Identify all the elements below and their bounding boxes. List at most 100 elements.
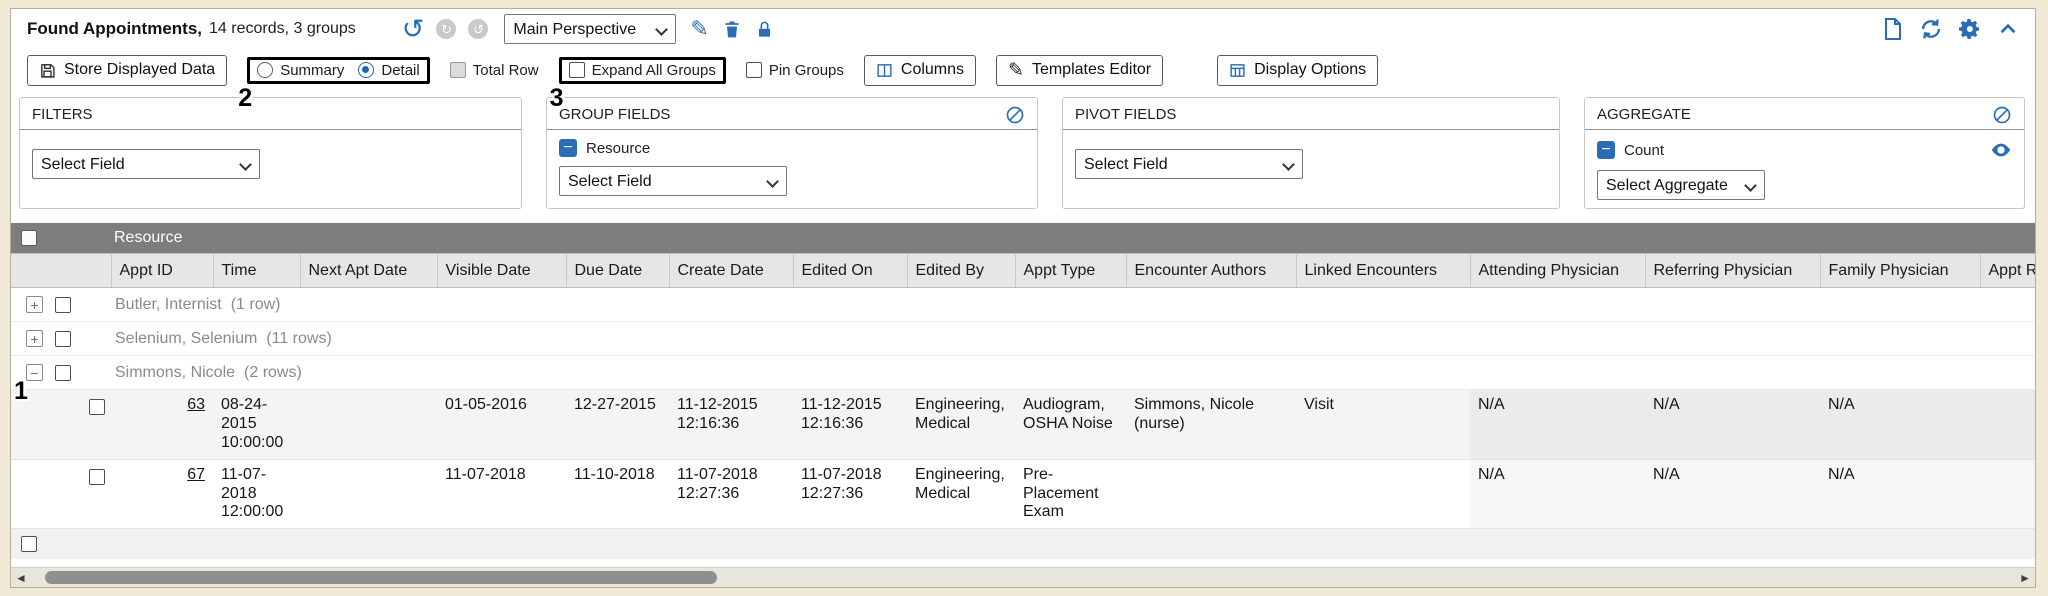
cell-encounter-authors: Simmons, Nicole (nurse) (1126, 390, 1296, 460)
cell-appt-re (1980, 459, 2035, 529)
detail-radio-circle[interactable] (358, 62, 374, 78)
aggregate-panel-title: AGGREGATE (1597, 106, 1691, 123)
expand-group-icon[interactable]: + (26, 296, 43, 313)
group-row: + Butler, Internist (1 row) (11, 288, 2035, 322)
detail-radio[interactable]: Detail (358, 62, 419, 79)
annotation-label-3: 3 (550, 86, 564, 111)
column-header[interactable]: Encounter Authors (1126, 254, 1296, 288)
cell-referring-physician: N/A (1645, 459, 1820, 529)
scrollbar-track[interactable] (31, 568, 2015, 588)
column-header[interactable]: Linked Encounters (1296, 254, 1470, 288)
summary-radio-circle[interactable] (257, 62, 273, 78)
table-row: 63 08-24-2015 10:00:00 01-05-2016 12-27-… (11, 390, 2035, 460)
column-header[interactable]: Visible Date (437, 254, 566, 288)
expand-all-groups-checkbox[interactable] (569, 62, 585, 78)
column-header[interactable]: Next Apt Date (300, 254, 437, 288)
cell-referring-physician: N/A (1645, 390, 1820, 460)
display-options-button[interactable]: Display Options (1217, 55, 1378, 86)
cell-edited-by: Engineering, Medical (907, 390, 1015, 460)
group-name: Simmons, Nicole (115, 364, 235, 382)
group-checkbox[interactable] (55, 331, 71, 347)
column-header[interactable]: Attending Physician (1470, 254, 1645, 288)
column-header-row: Appt ID Time Next Apt Date Visible Date … (11, 254, 2035, 288)
edit-perspective-icon[interactable]: ✎ (690, 18, 708, 40)
column-header[interactable]: Family Physician (1820, 254, 1980, 288)
group-row: − 1 Simmons, Nicole (2 rows) (11, 356, 2035, 390)
undo-icon[interactable]: ↺ (402, 16, 425, 43)
select-all-checkbox[interactable] (21, 230, 37, 246)
cell-appt-re (1980, 390, 2035, 460)
group-field-resource: Resource (586, 140, 650, 157)
scroll-left-arrow-icon[interactable]: ◄ (11, 571, 31, 585)
collapse-panel-chevron-icon[interactable] (1997, 18, 2019, 40)
group-fields-panel: GROUP FIELDS − Resource Select Field (546, 97, 1038, 209)
visibility-eye-icon[interactable] (1990, 139, 2012, 161)
group-row-count: (2 rows) (244, 364, 302, 382)
cell-attending-physician: N/A (1470, 390, 1645, 460)
column-header[interactable]: Appt Re (1980, 254, 2035, 288)
group-name: Butler, Internist (115, 296, 222, 314)
settings-gear-icon[interactable] (1958, 17, 1982, 41)
collapse-group-icon[interactable]: − (26, 364, 43, 381)
export-document-icon[interactable] (1880, 17, 1904, 41)
total-row-checkbox-control[interactable]: Total Row (450, 62, 539, 79)
disable-group-fields-icon[interactable] (1005, 105, 1025, 125)
column-header[interactable]: Create Date (669, 254, 793, 288)
annotation-box-2: Summary Detail 2 (247, 57, 430, 84)
templates-editor-button[interactable]: ✎ Templates Editor (996, 55, 1163, 86)
footer-checkbox[interactable] (21, 536, 37, 552)
group-checkbox[interactable] (55, 365, 71, 381)
total-row-checkbox[interactable] (450, 62, 466, 78)
appt-id-link[interactable]: 67 (187, 466, 205, 483)
row-checkbox[interactable] (89, 399, 105, 415)
cell-create-date: 11-12-2015 12:16:36 (669, 390, 793, 460)
column-header[interactable]: Appt Type (1015, 254, 1126, 288)
pin-groups-checkbox[interactable] (746, 62, 762, 78)
cell-time: 11-07-2018 12:00:00 (213, 459, 300, 529)
group-checkbox[interactable] (55, 297, 71, 313)
column-header[interactable]: Edited On (793, 254, 907, 288)
aggregate-select[interactable]: Select Aggregate (1597, 170, 1765, 200)
redo-icon[interactable]: ↻ (436, 19, 456, 39)
record-summary: 14 records, 3 groups (209, 20, 356, 38)
cell-create-date: 11-07-2018 12:27:36 (669, 459, 793, 529)
summary-radio[interactable]: Summary (257, 62, 344, 79)
toolbar: Store Displayed Data Summary Detail 2 To… (11, 49, 2035, 91)
column-header[interactable]: Due Date (566, 254, 669, 288)
pivot-fields-panel-title: PIVOT FIELDS (1075, 106, 1176, 123)
appt-id-link[interactable]: 63 (187, 396, 205, 413)
pin-groups-control[interactable]: Pin Groups (746, 62, 844, 79)
store-displayed-data-button[interactable]: Store Displayed Data (27, 55, 227, 86)
revert-icon[interactable]: ↺ (468, 19, 488, 39)
filter-field-select[interactable]: Select Field (32, 149, 260, 179)
row-checkbox[interactable] (89, 469, 105, 485)
lock-perspective-icon[interactable] (755, 20, 774, 39)
column-header[interactable]: Time (213, 254, 300, 288)
column-header[interactable]: Appt ID (111, 254, 213, 288)
expand-all-groups-control[interactable]: Expand All Groups (569, 62, 716, 79)
column-header[interactable]: Referring Physician (1645, 254, 1820, 288)
horizontal-scrollbar[interactable]: ◄ ► (11, 567, 2035, 587)
save-icon (39, 62, 56, 79)
expand-group-icon[interactable]: + (26, 330, 43, 347)
scroll-right-arrow-icon[interactable]: ► (2015, 571, 2035, 585)
column-header[interactable]: Edited By (907, 254, 1015, 288)
remove-count-field-icon[interactable]: − (1597, 141, 1615, 159)
delete-perspective-icon[interactable] (722, 19, 742, 39)
disable-aggregate-icon[interactable] (1992, 105, 2012, 125)
header-bar: Found Appointments, 14 records, 3 groups… (11, 9, 2035, 49)
group-name: Selenium, Selenium (115, 330, 257, 348)
cell-edited-on: 11-07-2018 12:27:36 (793, 459, 907, 529)
refresh-icon[interactable] (1919, 17, 1943, 41)
scrollbar-thumb[interactable] (45, 571, 717, 584)
pencil-icon: ✎ (1008, 61, 1024, 80)
column-header[interactable] (11, 254, 111, 288)
group-band-row: Resource (11, 223, 2035, 254)
cell-visible-date: 11-07-2018 (437, 459, 566, 529)
perspective-select[interactable]: Main Perspective (504, 14, 676, 44)
remove-resource-field-icon[interactable]: − (559, 139, 577, 157)
columns-button[interactable]: Columns (864, 55, 976, 86)
group-field-select[interactable]: Select Field (559, 166, 787, 196)
cell-family-physician: N/A (1820, 390, 1980, 460)
pivot-field-select[interactable]: Select Field (1075, 149, 1303, 179)
